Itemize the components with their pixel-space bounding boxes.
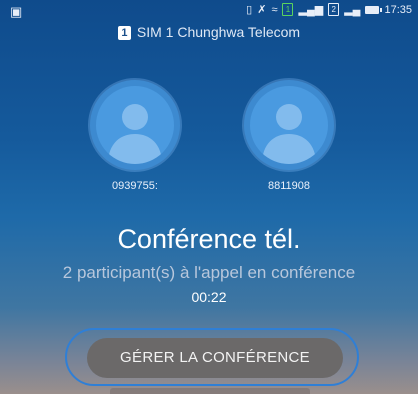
- avatar: [90, 80, 180, 170]
- call-timer: 00:22: [191, 289, 227, 305]
- sim-badge: 1: [117, 26, 131, 40]
- status-bar: ▣ ▯ ✗ ≈ 1 ▂▄▆ 2 ▂▄ 17:35: [0, 0, 418, 22]
- bottom-controls-hint: [110, 388, 310, 394]
- vibrate-icon: ▯: [246, 4, 253, 16]
- avatar: [244, 80, 334, 170]
- person-icon: [108, 104, 162, 164]
- wifi-icon: ≈: [271, 3, 278, 16]
- battery-icon: [365, 5, 383, 14]
- conference-title: Conférence tél.: [117, 224, 301, 254]
- mute-icon: ✗: [257, 4, 267, 16]
- participant-1: 0939755:: [90, 80, 180, 192]
- manage-conference-button[interactable]: GÉRER LA CONFÉRENCE: [87, 338, 343, 378]
- sim1-icon: 1: [282, 3, 294, 16]
- person-icon: [262, 104, 316, 164]
- signal-weak-icon: ▂▄: [344, 4, 361, 16]
- participant-number: 8811908: [267, 180, 310, 192]
- status-time: 17:35: [384, 3, 412, 16]
- sim2-icon: 2: [328, 3, 340, 16]
- conference-subtitle: 2 participant(s) à l'appel en conférence: [62, 263, 356, 282]
- participant-number: 0939755:: [112, 180, 158, 192]
- participant-2: 8811908: [244, 80, 334, 192]
- signal-icon: ▂▄▆: [298, 4, 324, 16]
- carrier-info: 1 SIM 1 Chunghwa Telecom: [0, 24, 418, 40]
- status-icons: ▯ ✗ ≈ 1 ▂▄▆ 2 ▂▄ 17:35: [246, 3, 412, 16]
- notification-icon: ▣: [10, 4, 23, 19]
- carrier-label: SIM 1 Chunghwa Telecom: [136, 24, 301, 40]
